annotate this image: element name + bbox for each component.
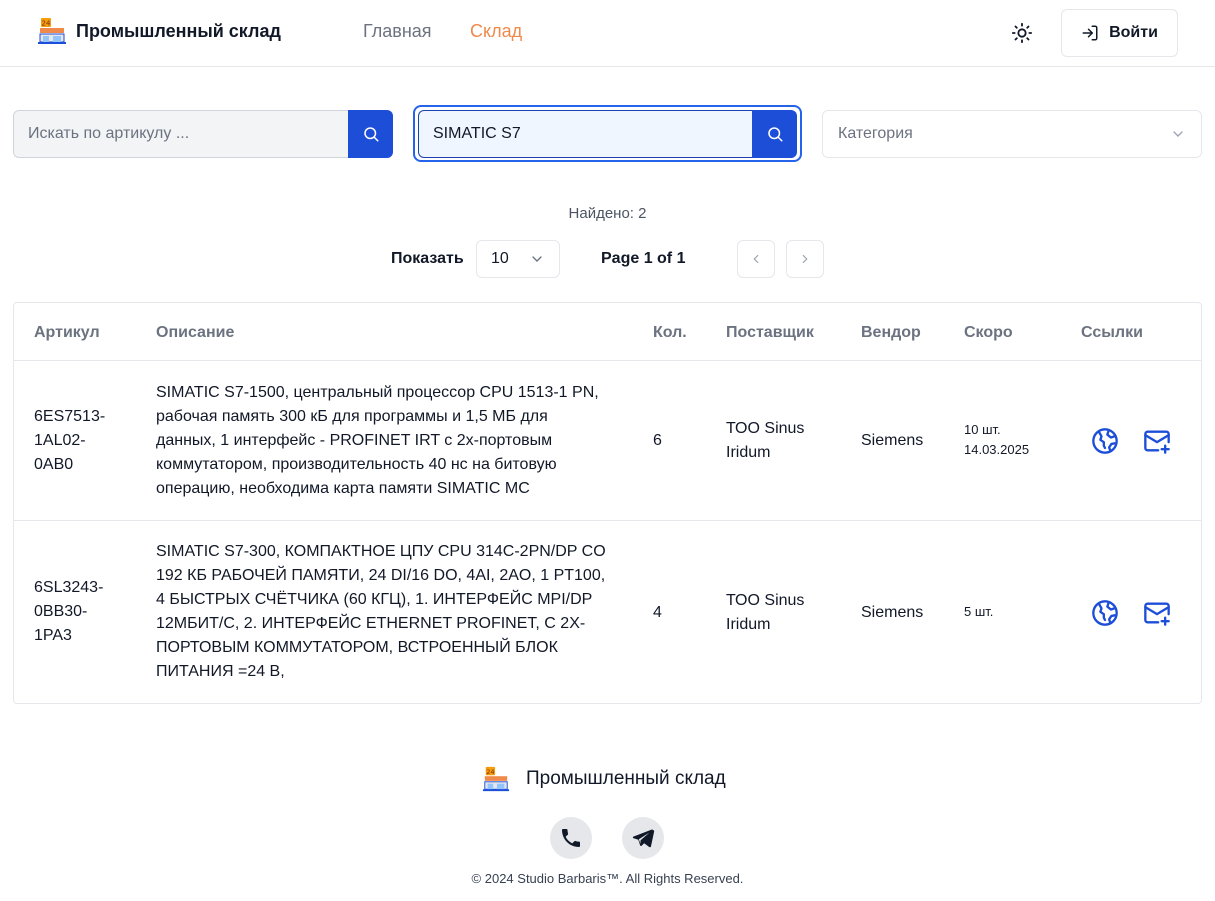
supplier-line: ТОО Sinus [726,592,805,609]
vendor-cell: Siemens [861,432,924,449]
article-line: 1AL02- [34,432,86,449]
description-line: ПИТАНИЯ =24 В, [156,663,285,680]
soon-cell: 5 шт. [964,602,993,622]
article-line: 6SL3243- [34,579,104,596]
prev-page-button[interactable] [737,240,775,278]
supplier-line: Iridum [726,616,771,633]
column-header-vendor: Вендор [861,324,921,341]
footer-brand-name: Промышленный склад [526,768,726,789]
article-search-input[interactable] [13,110,348,158]
phone-link[interactable] [550,817,592,859]
globe-icon [1092,600,1118,626]
brand-link[interactable]: 24 Промышленный склад [37,16,281,46]
description-line: 192 КБ РАБОЧЕЙ ПАМЯТИ, 24 DI/16 DO, 4AI,… [156,567,606,584]
vendor-cell: Siemens [861,604,924,621]
found-count: Найдено: 2 [568,205,647,222]
description-line: ПОРТОВЫМ КОММУТАТОРОМ, ВСТРОЕННЫЙ БЛОК [156,639,558,656]
soon-cell: 10 шт. 14.03.2025 [964,420,1029,460]
products-table: Артикул Описание Кол. Поставщик Вендор С… [13,302,1202,704]
email-request-link[interactable] [1141,425,1173,457]
article-search-button[interactable] [348,110,393,158]
article-search [13,110,393,158]
warehouse-logo-icon: 24 [38,18,66,44]
login-label: Войти [1109,24,1158,41]
supplier-line: ТОО Sinus [726,420,805,437]
description-line: 12МБИТ/С, 2. ИНТЕРФЕЙС ETHERNET PROFINET… [156,615,586,632]
supplier-line: Iridum [726,444,771,461]
chevron-down-icon [532,256,542,262]
website-link[interactable] [1089,597,1121,629]
article-cell: 6SL3243- 0BB30- 1PA3 [34,576,103,648]
svg-text:24: 24 [486,768,494,776]
description-cell: SIMATIC S7-300, КОМПАКТНОЕ ЦПУ CPU 314C-… [156,540,636,684]
phone-icon [562,829,580,847]
search-icon [767,127,782,142]
description-line: 4 БЫСТРЫХ СЧЁТЧИКА (60 КГЦ), 1. ИНТЕРФЕЙ… [156,591,593,608]
column-header-description: Описание [156,324,235,341]
column-header-supplier: Поставщик [726,324,814,341]
query-search-input[interactable] [418,110,752,158]
description-line: коммутатором, производительность 40 нс н… [156,456,557,473]
supplier-cell: ТОО Sinus Iridum [726,417,804,465]
soon-line: 5 шт. [964,604,994,619]
brand-name: Промышленный склад [76,20,281,41]
sun-icon [1011,22,1033,44]
column-header-soon: Скоро [964,324,1013,341]
page-size-select[interactable]: 10 [476,240,560,278]
article-line: 0AB0 [34,456,74,473]
header: 24 Промышленный склад Главная Склад Войт… [0,0,1215,67]
page-info: Page 1 of 1 [601,250,686,267]
article-cell: 6ES7513- 1AL02- 0AB0 [34,405,105,477]
svg-text:24: 24 [42,20,51,28]
category-placeholder: Категория [838,125,913,142]
warehouse-logo-icon: 24 [482,766,510,792]
copyright: © 2024 Studio Barbaris™. All Rights Rese… [471,871,744,886]
footer-brand: 24 Промышленный склад [482,765,726,793]
description-cell: SIMATIC S7-1500, центральный процессор C… [156,381,636,501]
login-button[interactable]: Войти [1061,9,1178,57]
email-request-link[interactable] [1141,597,1173,629]
soon-line: 10 шт. [964,422,1001,437]
description-line: SIMATIC S7-1500, центральный процессор C… [156,384,599,401]
column-header-qty: Кол. [653,324,687,341]
column-header-links: Ссылки [1081,324,1143,341]
table-header: Артикул Описание Кол. Поставщик Вендор С… [14,303,1201,361]
column-header-article: Артикул [34,324,100,341]
article-line: 1PA3 [34,627,72,644]
theme-toggle-button[interactable] [1006,17,1038,49]
chevron-down-icon [1173,131,1183,137]
table-row: 6SL3243- 0BB30- 1PA3 SIMATIC S7-300, КОМ… [14,521,1201,703]
chevron-right-icon [802,254,808,264]
show-label: Показать [391,250,464,267]
qty-cell: 6 [653,432,662,449]
description-line: рабочая память 300 кБ для программы и 1,… [156,408,548,425]
login-icon [1082,25,1098,41]
mail-plus-icon [1144,602,1170,626]
description-line: операцию, необходима карта памяти SIMATI… [156,480,530,497]
search-icon [363,127,378,142]
article-line: 6ES7513- [34,408,106,425]
telegram-link[interactable] [622,817,664,859]
telegram-icon [632,829,655,848]
chevron-left-icon [753,254,759,264]
article-line: 0BB30- [34,603,88,620]
supplier-cell: ТОО Sinus Iridum [726,589,804,637]
mail-plus-icon [1144,430,1170,454]
description-line: данных, 1 интерфейс - PROFINET IRT с 2х-… [156,432,553,449]
nav-warehouse[interactable]: Склад [470,21,522,42]
nav-home[interactable]: Главная [363,21,432,42]
description-line: SIMATIC S7-300, КОМПАКТНОЕ ЦПУ CPU 314C-… [156,543,606,560]
globe-icon [1092,428,1118,454]
soon-line: 14.03.2025 [964,442,1030,457]
page-size-value: 10 [491,250,509,267]
query-search-button[interactable] [752,110,797,158]
qty-cell: 4 [653,604,662,621]
website-link[interactable] [1089,425,1121,457]
next-page-button[interactable] [786,240,824,278]
category-select[interactable]: Категория [822,110,1202,158]
query-search [418,110,797,158]
table-row: 6ES7513- 1AL02- 0AB0 SIMATIC S7-1500, це… [14,361,1201,521]
